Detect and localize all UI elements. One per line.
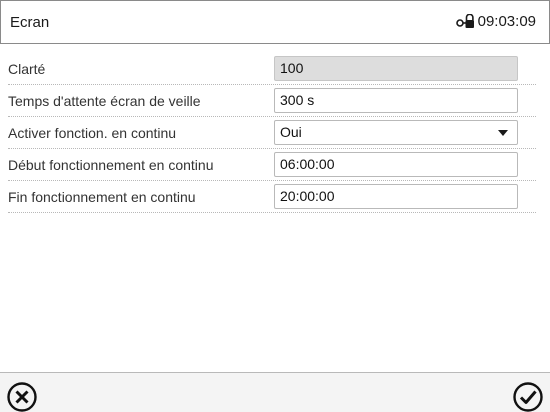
settings-list: Clarté 100 Temps d'attente écran de veil… (0, 53, 550, 213)
setting-row-continuous-start: Début fonctionnement en continu 06:00:00 (8, 149, 536, 181)
status-clock: 09:03:09 (455, 13, 536, 30)
screensaver-timeout-input[interactable]: 300 s (274, 88, 518, 113)
setting-label: Début fonctionnement en continu (8, 157, 214, 173)
setting-label: Clarté (8, 61, 46, 77)
setting-row-screensaver-timeout: Temps d'attente écran de veille 300 s (8, 85, 536, 117)
chevron-down-icon (498, 130, 508, 136)
brightness-value-field: 100 (274, 56, 518, 81)
setting-label: Fin fonctionnement en continu (8, 189, 196, 205)
setting-label: Activer fonction. en continu (8, 125, 177, 141)
screen-settings-panel: Ecran 09:03:09 Clarté 100 Temps d'attent… (0, 0, 550, 412)
setting-row-brightness: Clarté 100 (8, 53, 536, 85)
title-bar: Ecran 09:03:09 (0, 0, 550, 44)
page-title: Ecran (10, 14, 50, 31)
continuous-mode-dropdown[interactable]: Oui (274, 120, 518, 145)
continuous-start-input[interactable]: 06:00:00 (274, 152, 518, 177)
padlock-key-icon (455, 13, 474, 28)
confirm-button[interactable] (511, 381, 545, 412)
setting-row-continuous-end: Fin fonctionnement en continu 20:00:00 (8, 181, 536, 213)
cancel-button[interactable] (6, 381, 38, 412)
continuous-end-input[interactable]: 20:00:00 (274, 184, 518, 209)
action-bar (0, 372, 550, 412)
confirm-circle-check-icon (513, 382, 543, 412)
dropdown-selected-value: Oui (280, 124, 302, 140)
setting-row-continuous-mode: Activer fonction. en continu Oui (8, 117, 536, 149)
setting-label: Temps d'attente écran de veille (8, 93, 201, 109)
clock-time: 09:03:09 (477, 13, 536, 30)
cancel-circle-x-icon (7, 382, 37, 412)
